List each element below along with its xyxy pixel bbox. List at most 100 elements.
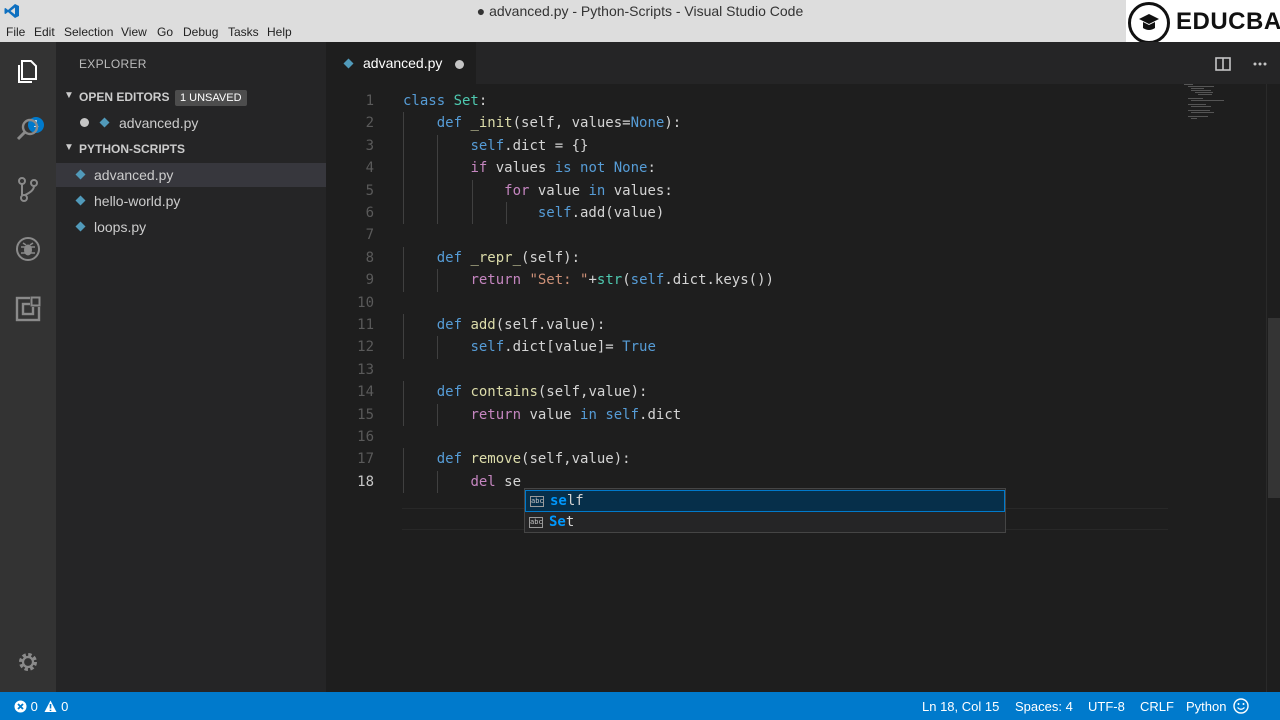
status-bar: 0 0 Ln 18, Col 15 Spaces: 4 UTF-8 CRLF P… bbox=[0, 692, 1280, 720]
tab-advanced-py[interactable]: advanced.py bbox=[326, 42, 476, 84]
indentation-setting[interactable]: Spaces: 4 bbox=[1015, 699, 1073, 714]
open-editor-item-advanced[interactable]: advanced.py bbox=[56, 111, 326, 135]
suggestion-item-self[interactable]: abc self bbox=[525, 490, 1005, 512]
line-number: 1 bbox=[365, 93, 374, 109]
line-number: 13 bbox=[357, 361, 374, 378]
educba-watermark: EDUCBA bbox=[1126, 0, 1280, 46]
indent-guide bbox=[403, 112, 404, 135]
eol-setting[interactable]: CRLF bbox=[1140, 699, 1174, 714]
line-number: 5 bbox=[365, 182, 374, 199]
suggestion-label: Set bbox=[549, 514, 575, 530]
line-number: 18 bbox=[357, 473, 374, 490]
encoding-setting[interactable]: UTF-8 bbox=[1088, 699, 1125, 714]
python-file-icon bbox=[75, 169, 86, 180]
indent-guide bbox=[403, 470, 404, 494]
menu-bar: File Edit Selection View Go Debug Tasks … bbox=[0, 22, 1280, 42]
line-code: for value in values: bbox=[504, 182, 673, 199]
indent-guide bbox=[437, 403, 439, 426]
menu-file[interactable]: File bbox=[6, 25, 25, 39]
source-control-icon[interactable] bbox=[14, 175, 42, 203]
indent-guide bbox=[437, 336, 439, 359]
unsaved-dot-icon[interactable] bbox=[80, 118, 89, 127]
line-code: self.add(value) bbox=[537, 205, 665, 221]
line-number: 16 bbox=[357, 429, 374, 445]
problems-indicator[interactable]: 0 0 bbox=[14, 699, 68, 714]
debug-icon[interactable] bbox=[14, 235, 42, 263]
line-number: 7 bbox=[365, 227, 374, 244]
window-title: ● advanced.py - Python-Scripts - Visual … bbox=[476, 3, 804, 19]
feedback-smiley-icon[interactable] bbox=[1232, 697, 1266, 715]
indent-guide bbox=[437, 157, 439, 180]
menu-debug[interactable]: Debug bbox=[183, 25, 218, 39]
file-item-advanced[interactable]: advanced.py bbox=[56, 163, 326, 187]
line-number: 14 bbox=[357, 384, 374, 401]
extensions-icon[interactable] bbox=[14, 295, 42, 323]
python-file-icon bbox=[75, 221, 86, 232]
menu-help[interactable]: Help bbox=[267, 25, 292, 39]
more-actions-icon[interactable] bbox=[1251, 55, 1269, 73]
minimap-line bbox=[1187, 98, 1203, 99]
explorer-title: EXPLORER bbox=[79, 57, 147, 71]
indent-guide bbox=[403, 269, 404, 292]
explorer-icon[interactable] bbox=[14, 57, 42, 85]
file-item-hello-world[interactable]: hello-world.py bbox=[56, 189, 326, 213]
educba-brand: EDUCBA bbox=[1176, 8, 1280, 35]
indent-guide bbox=[437, 202, 439, 225]
line-number: 10 bbox=[357, 294, 374, 311]
line-number: 4 bbox=[365, 160, 374, 177]
unsaved-badge: 1 UNSAVED bbox=[175, 90, 247, 106]
line-number: 12 bbox=[357, 339, 374, 356]
split-editor-icon[interactable] bbox=[1214, 55, 1232, 73]
code-editor[interactable]: 1 class Set: 2 def _init(self, values=None… bbox=[326, 84, 1280, 692]
code-line: 9 return "Set: "+str(self.dict.keys()) bbox=[326, 269, 1166, 291]
text-kind-icon: abc bbox=[530, 496, 544, 507]
code-line: 10 bbox=[326, 292, 1166, 314]
scrollbar-thumb[interactable] bbox=[1268, 318, 1280, 498]
menu-tasks[interactable]: Tasks bbox=[228, 25, 259, 39]
code-line: 4 if values is not None: bbox=[326, 157, 1166, 179]
warning-count: 0 bbox=[61, 699, 69, 714]
language-mode[interactable]: Python bbox=[1186, 699, 1226, 714]
file-item-loops[interactable]: loops.py bbox=[56, 215, 326, 239]
minimap-line bbox=[1184, 84, 1193, 85]
suggestion-item-set[interactable]: abc Set bbox=[525, 512, 1005, 534]
python-file-icon bbox=[99, 117, 110, 128]
menu-view[interactable]: View bbox=[121, 25, 147, 39]
menu-go[interactable]: Go bbox=[157, 25, 173, 39]
text-kind-icon: abc bbox=[529, 517, 543, 528]
activity-bar: 1 bbox=[0, 42, 56, 692]
python-scripts-folder-header[interactable]: ▼ PYTHON-SCRIPTS bbox=[56, 138, 326, 160]
line-code: if values is not None: bbox=[470, 160, 656, 177]
cursor-position[interactable]: Ln 18, Col 15 bbox=[922, 699, 999, 714]
line-code: self.dict[value]= True bbox=[470, 339, 656, 356]
menu-selection[interactable]: Selection bbox=[64, 25, 113, 39]
indent-guide bbox=[403, 134, 404, 158]
line-code: def _repr_(self): bbox=[436, 249, 581, 266]
autocomplete-suggestions: abc self abc Set bbox=[524, 488, 1006, 533]
chevron-down-icon: ▼ bbox=[64, 142, 74, 153]
line-number: 11 bbox=[357, 317, 374, 333]
minimap-line bbox=[1191, 88, 1204, 89]
search-icon[interactable] bbox=[14, 116, 42, 144]
file-name: hello-world.py bbox=[94, 193, 181, 209]
folder-label: PYTHON-SCRIPTS bbox=[79, 142, 186, 156]
gear-icon[interactable] bbox=[16, 650, 40, 674]
open-editors-header[interactable]: ▼ OPEN EDITORS 1 UNSAVED bbox=[56, 86, 326, 108]
indent-guide bbox=[403, 202, 404, 225]
title-bar: ● advanced.py - Python-Scripts - Visual … bbox=[0, 0, 1280, 22]
minimap-line bbox=[1194, 92, 1213, 93]
line-number: 8 bbox=[365, 249, 374, 266]
unsaved-dot-icon[interactable] bbox=[455, 60, 464, 69]
indent-guide bbox=[437, 269, 439, 292]
tab-label: advanced.py bbox=[363, 55, 443, 71]
minimap[interactable] bbox=[1184, 84, 1264, 164]
code-line: 11 def add(self.value): bbox=[326, 314, 1166, 336]
indent-guide bbox=[403, 157, 404, 180]
file-name: advanced.py bbox=[94, 167, 174, 183]
menu-edit[interactable]: Edit bbox=[34, 25, 55, 39]
indent-guide bbox=[471, 179, 473, 202]
suggestion-label: self bbox=[550, 493, 584, 509]
line-code: def remove(self,value): bbox=[436, 451, 631, 468]
python-file-icon bbox=[75, 195, 86, 206]
line-number: 17 bbox=[357, 451, 374, 468]
